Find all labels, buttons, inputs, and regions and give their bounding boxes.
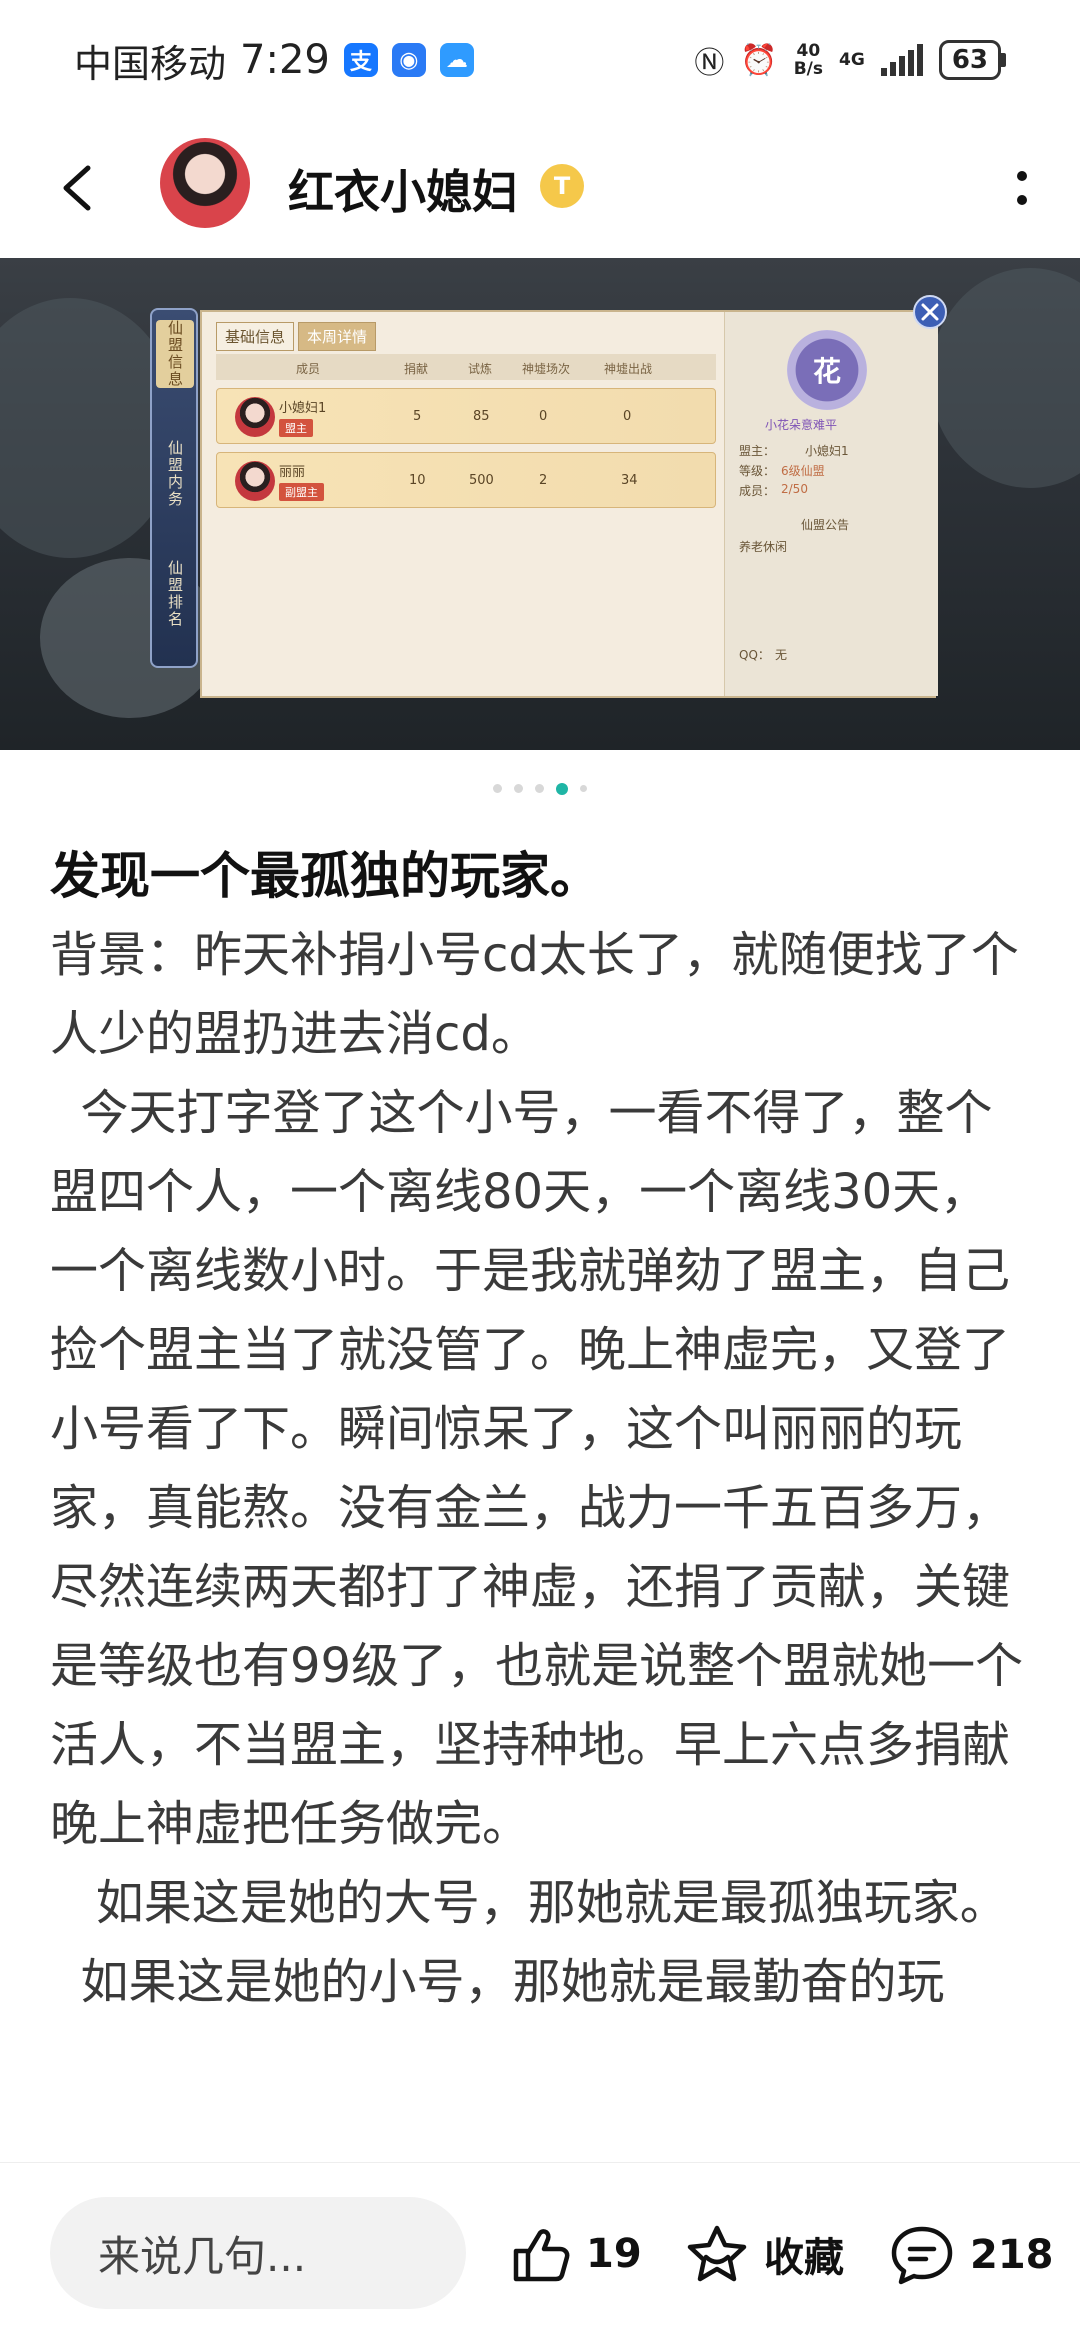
- network-type: 4G: [839, 50, 865, 70]
- side-tab-3: 仙盟排名: [166, 560, 184, 628]
- member-shenxu-battle: 0: [623, 409, 632, 424]
- member-shenxu-count: 2: [539, 473, 548, 488]
- carousel-dot[interactable]: [493, 784, 502, 793]
- game-side-menu: 仙盟信息 仙盟内务 仙盟排名: [150, 308, 198, 668]
- member-donate: 5: [413, 409, 422, 424]
- col-shenxu-count: 神墟场次: [522, 362, 571, 376]
- carrier: 中国移动: [74, 41, 227, 86]
- bottom-action-bar: 来说几句... 19 收藏 218: [0, 2162, 1080, 2340]
- favorite-button[interactable]: 收藏: [684, 2223, 844, 2285]
- carousel-dot-active[interactable]: [556, 783, 568, 795]
- guild-qq-label: QQ：: [739, 648, 770, 662]
- member-avatar: [235, 397, 275, 437]
- game-guild-panel: 基础信息 本周详情 成员 捐献 试炼 神墟场次 神墟出战 小媳妇1 盟主 5 8…: [200, 310, 938, 698]
- guild-members: 2/50: [781, 482, 808, 496]
- guild-leader-label: 盟主：: [739, 444, 776, 458]
- cloud-icon: ☁: [439, 43, 474, 77]
- member-role: 副盟主: [279, 483, 324, 501]
- alarm-icon: ⏰: [740, 42, 778, 78]
- post-body: 背景：昨天补捐小号cd太长了，就随便找了个人少的盟扔进去消cd。 今天打字登了这…: [50, 927, 1024, 2010]
- member-name: 丽丽: [279, 465, 306, 480]
- col-donate: 捐献: [404, 362, 429, 376]
- guild-level-label: 等级：: [739, 464, 776, 478]
- col-shenxu-battle: 神墟出战: [604, 362, 653, 376]
- member-avatar: [235, 461, 275, 501]
- star-icon: [687, 2225, 747, 2282]
- like-button[interactable]: 19: [510, 2223, 642, 2285]
- game-table-header: 成员 捐献 试炼 神墟场次 神墟出战: [216, 354, 716, 380]
- comment-button[interactable]: 218: [888, 2223, 1054, 2287]
- clock: 7:29: [240, 37, 330, 83]
- level-badge-icon: T: [540, 164, 584, 208]
- carousel-dot[interactable]: [535, 784, 544, 793]
- member-trial: 500: [469, 473, 494, 488]
- member-name: 小媳妇1: [279, 401, 327, 416]
- game-close-icon: [913, 295, 947, 329]
- side-tab-1: 仙盟信息: [156, 320, 194, 388]
- comment-placeholder: 来说几句...: [98, 2231, 307, 2281]
- post-image[interactable]: 仙盟信息 仙盟内务 仙盟排名 基础信息 本周详情 成员 捐献 试炼 神墟场次 神…: [0, 258, 1080, 750]
- comment-count: 218: [970, 2232, 1054, 2278]
- member-shenxu-battle: 34: [621, 473, 638, 488]
- signal-icon: [880, 44, 923, 76]
- comment-input[interactable]: 来说几句...: [50, 2197, 466, 2309]
- carousel-dot[interactable]: [580, 785, 587, 792]
- app-icon: ◉: [391, 43, 426, 77]
- like-count: 19: [586, 2231, 642, 2277]
- carousel-indicator: [0, 783, 1080, 795]
- member-donate: 10: [409, 473, 426, 488]
- author-name[interactable]: 红衣小媳妇: [288, 156, 518, 222]
- carousel-dot[interactable]: [514, 784, 523, 793]
- game-tab-basic: 基础信息: [216, 322, 295, 351]
- guild-info-panel: 花 小花朵意难平 盟主： 小媳妇1 等级： 6级仙盟 成员： 2/50 仙盟公告…: [724, 312, 938, 696]
- net-speed-unit: B/s: [793, 59, 824, 79]
- post-title: 发现一个最孤独的玩家。: [50, 847, 600, 905]
- status-bar: 中国移动 7:29 支 ◉ ☁ Ⓝ ⏰ 40 B/s 4G 63: [0, 0, 1080, 120]
- game-tabs: 基础信息 本周详情: [216, 322, 377, 351]
- member-shenxu-count: 0: [539, 409, 548, 424]
- guild-qq: 无: [775, 648, 788, 662]
- member-trial: 85: [473, 409, 490, 424]
- guild-emblem: 花: [787, 330, 867, 410]
- thumbs-up-icon: [513, 2229, 570, 2282]
- member-role: 盟主: [279, 419, 313, 437]
- nfc-icon: Ⓝ: [694, 46, 725, 81]
- guild-notice-title: 仙盟公告: [801, 518, 850, 532]
- back-arrow-icon[interactable]: [52, 160, 108, 216]
- guild-leader: 小媳妇1: [805, 444, 849, 458]
- net-speed-value: 40: [796, 41, 821, 61]
- guild-name: 小花朵意难平: [765, 418, 838, 432]
- author-avatar[interactable]: [160, 138, 250, 228]
- col-trial: 试炼: [468, 362, 493, 376]
- game-tab-weekly: 本周详情: [298, 322, 377, 351]
- alipay-icon: 支: [343, 43, 378, 77]
- status-left: 中国移动 7:29 支 ◉ ☁: [74, 33, 474, 88]
- guild-level: 6级仙盟: [781, 464, 825, 478]
- battery-level: 63: [938, 40, 1001, 80]
- table-row: 小媳妇1 盟主 5 85 0 0: [216, 388, 716, 444]
- guild-notice: 养老休闲: [739, 540, 788, 554]
- battery-icon: 63: [938, 40, 1006, 80]
- favorite-label: 收藏: [764, 2235, 844, 2281]
- side-tab-2: 仙盟内务: [166, 440, 184, 508]
- post-header: 红衣小媳妇 T: [0, 120, 1080, 255]
- status-right: Ⓝ ⏰ 40 B/s 4G 63: [694, 38, 1006, 82]
- more-options-icon[interactable]: [1010, 158, 1034, 218]
- table-row: 丽丽 副盟主 10 500 2 34: [216, 452, 716, 508]
- net-speed: 40 B/s: [794, 42, 823, 78]
- guild-members-label: 成员：: [739, 484, 776, 498]
- col-member: 成员: [296, 362, 321, 376]
- comment-bubble-icon: [891, 2226, 953, 2285]
- post-content: 发现一个最孤独的玩家。 背景：昨天补捐小号cd太长了，就随便找了个人少的盟扔进去…: [50, 836, 1030, 2022]
